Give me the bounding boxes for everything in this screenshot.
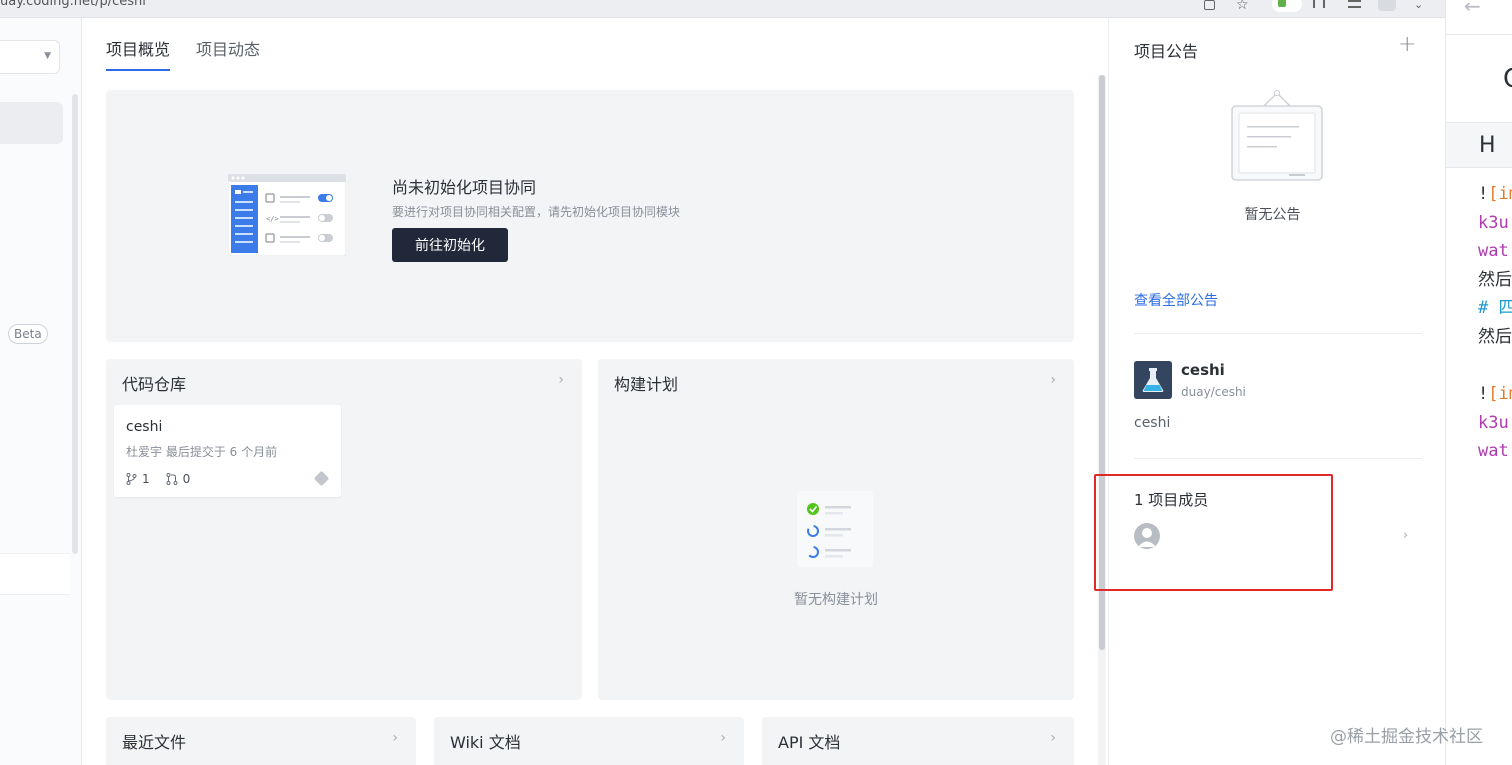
flask-icon [1134,361,1172,399]
project-info-panel: 项目公告 + 暂无公告 查看全部公告 ceshi duay/ceshi cesh… [1108,18,1445,765]
init-description: 要进行对项目协同相关配置，请先初始化项目协同模块 [392,205,681,219]
init-title: 尚未初始化项目协同 [392,178,537,197]
merge-request-icon [166,473,178,485]
profile-icon[interactable] [1378,0,1396,11]
project-avatar [1134,361,1172,399]
sidebar-toggle-icon[interactable] [1348,0,1361,8]
api-docs-card: API 文档 › [762,717,1074,765]
chevron-right-icon[interactable]: › [1403,528,1408,543]
wiki-card: Wiki 文档 › [434,717,744,765]
editor-line[interactable]: k3u [1478,209,1512,238]
project-sidebar: ▼ Beta [0,18,82,765]
collaboration-init-card: </> 尚未初始化项目协同 要进行对项目协同相关配置，请先初始化项目协同模块 前… [106,90,1074,342]
extension-puzzle-icon[interactable] [1313,0,1325,8]
editor-token: [im [1488,384,1512,405]
divider [1134,333,1422,334]
editor-token: 然后 [1478,326,1512,347]
editor-line[interactable]: 然后 [1478,323,1512,352]
editor-token: k3u [1478,412,1509,433]
menu-chevron-icon[interactable]: ⌄ [1414,0,1423,11]
git-icon [313,470,330,487]
branch-icon [126,473,137,485]
editor-line[interactable]: # 四 [1478,294,1512,323]
bookmark-star-icon[interactable]: ☆ [1236,0,1250,12]
markdown-editor-window: ← C H ![imk3uwat然后# 四然后![imk3uwat [1445,0,1512,765]
editor-token: # 四 [1478,298,1512,319]
divider [1134,458,1422,459]
back-arrow-icon[interactable]: ← [1464,0,1481,18]
share-icon[interactable] [1204,0,1215,10]
project-switcher[interactable]: ▼ [0,40,60,74]
chevron-right-icon[interactable]: › [558,372,564,388]
code-repo-title[interactable]: 代码仓库 [122,371,186,395]
merge-request-count[interactable]: 0 [166,472,191,486]
address-bar-text[interactable]: uay.coding.net/p/ceshi [0,0,146,9]
recent-files-title[interactable]: 最近文件 [122,729,186,753]
editor-line[interactable]: ![im [1478,180,1512,209]
repo-name[interactable]: ceshi [126,419,162,435]
repo-last-commit: 杜爱宇 最后提交于 6 个月前 [126,445,278,459]
empty-announcement-illustration [1231,90,1323,181]
code-repo-card: 代码仓库 › ceshi 杜爱宇 最后提交于 6 个月前 1 0 [106,359,582,700]
chevron-right-icon[interactable]: › [392,730,398,746]
editor-line[interactable]: wat [1478,437,1512,466]
overview-tabs: 项目概览 项目动态 [106,36,260,71]
chevron-right-icon[interactable]: › [1050,372,1056,388]
sidebar-item[interactable] [0,553,70,595]
announcement-empty-wrapper: 暂无公告 [1109,204,1446,224]
editor-line[interactable]: wat [1478,237,1512,266]
merge-request-count-value: 0 [182,472,191,486]
editor-line[interactable] [1478,352,1512,381]
editor-token: [im [1488,184,1512,204]
browser-toolbar: uay.coding.net/p/ceshi ☆ ⌄ [0,0,1445,18]
repo-item[interactable]: ceshi 杜爱宇 最后提交于 6 个月前 1 0 [114,405,341,497]
empty-build-illustration [797,491,873,567]
sidebar-item-overview[interactable] [0,102,63,144]
repo-stats: 1 0 [126,472,190,486]
branch-count[interactable]: 1 [126,472,150,486]
editor-line[interactable]: k3u [1478,409,1512,438]
chevron-down-icon: ▼ [44,51,51,61]
editor-content[interactable]: ![imk3uwat然后# 四然后![imk3uwat [1478,180,1512,466]
editor-token: wat [1478,241,1509,262]
build-plan-card: 构建计划 › 暂无构建计划 [598,359,1074,700]
svg-text:</>: </> [266,215,279,223]
extension-icon[interactable] [1272,0,1302,12]
announcement-title: 项目公告 [1134,42,1199,61]
editor-token: wat [1478,441,1509,462]
build-plan-title[interactable]: 构建计划 [614,371,678,395]
main-scrollbar[interactable] [1098,75,1106,765]
editor-title-fragment: C [1503,64,1512,94]
project-name[interactable]: ceshi [1181,361,1225,379]
editor-token: k3u [1478,212,1509,233]
editor-toolbar: H [1446,122,1512,168]
project-path: duay/ceshi [1181,385,1246,399]
project-description: ceshi [1134,415,1171,431]
announcement-empty-text: 暂无公告 [1244,207,1301,223]
highlight-box [1094,474,1333,591]
watermark: @稀土掘金技术社区 [1330,727,1483,747]
go-initialize-button[interactable]: 前往初始化 [392,228,508,262]
divider [1446,34,1512,35]
editor-line[interactable]: ![im [1478,380,1512,409]
view-all-announcements-link[interactable]: 查看全部公告 [1134,290,1218,310]
tab-overview[interactable]: 项目概览 [106,36,171,71]
collaboration-illustration: </> [228,174,346,256]
editor-token: 然后 [1478,269,1512,290]
tab-activity[interactable]: 项目动态 [196,36,260,71]
chevron-right-icon[interactable]: › [1050,730,1056,746]
editor-token: ! [1478,384,1489,405]
sidebar-scrollbar[interactable] [72,94,78,554]
plus-icon[interactable]: + [1398,34,1416,56]
api-docs-title[interactable]: API 文档 [778,729,840,753]
branch-count-value: 1 [142,472,150,486]
wiki-title[interactable]: Wiki 文档 [450,729,521,753]
recent-files-card: 最近文件 › [106,717,416,765]
editor-line[interactable]: 然后 [1478,266,1512,295]
beta-badge: Beta [8,324,48,344]
heading-button[interactable]: H [1479,133,1496,158]
build-empty-text: 暂无构建计划 [794,592,878,608]
editor-token: ! [1478,184,1489,204]
chevron-right-icon[interactable]: › [720,730,726,746]
